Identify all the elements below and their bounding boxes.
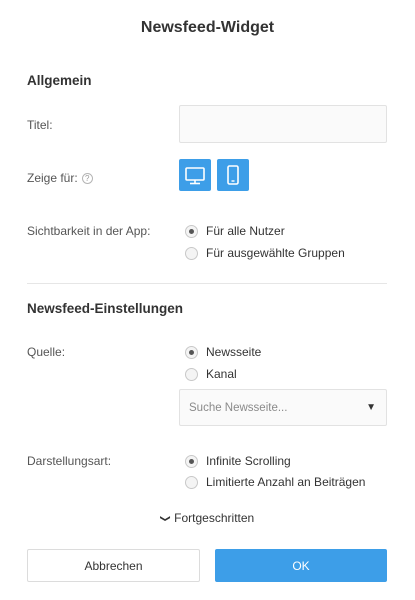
radio-selected[interactable] [185,224,198,238]
display-option-limited-label: Limitierte Anzahl an Beiträgen [206,475,366,489]
ok-button[interactable]: OK [215,549,387,582]
dialog-title: Newsfeed-Widget [140,19,275,36]
cancel-button[interactable]: Abbrechen [27,549,200,582]
newsfeed-widget-dialog: Newsfeed-Widget Allgemein Titel: Zeige f… [0,0,415,600]
section-newsfeed-heading: Newsfeed-Einstellungen [27,301,184,316]
advanced-toggle-label: Fortgeschritten [174,511,255,525]
help-icon[interactable]: ? [81,173,93,184]
visibility-option-all-label: Für alle Nutzer [206,224,285,238]
monitor-icon [185,167,205,185]
radio-unselected[interactable] [185,246,198,260]
source-option-channel-label: Kanal [206,367,237,381]
smartphone-icon [227,165,239,185]
display-option-limited[interactable]: Limitierte Anzahl an Beiträgen [185,475,365,489]
mobile-toggle-button[interactable] [217,159,249,191]
display-type-label: Darstellungsart: [27,454,112,468]
source-option-newspage[interactable]: Newsseite [185,345,261,359]
display-option-infinite[interactable]: Infinite Scrolling [185,454,291,468]
source-option-newspage-label: Newsseite [206,345,262,359]
advanced-toggle[interactable]: ❯ Fortgeschritten [0,511,415,525]
radio-selected[interactable] [185,345,198,359]
section-divider [27,283,387,284]
show-for-label-text: Zeige für: [27,171,78,185]
radio-unselected[interactable] [185,367,198,381]
visibility-label: Sichtbarkeit in der App: [27,224,151,238]
radio-unselected[interactable] [185,475,198,489]
newspage-search-placeholder: Suche Newsseite... [189,402,288,414]
visibility-option-all[interactable]: Für alle Nutzer [185,224,285,238]
title-label: Titel: [27,118,53,132]
chevron-down-icon: ❯ [159,514,171,523]
newspage-search-select[interactable]: Suche Newsseite... ▼ [179,389,387,426]
section-general-heading: Allgemein [27,73,92,88]
display-option-infinite-label: Infinite Scrolling [206,454,291,468]
desktop-toggle-button[interactable] [179,159,211,191]
source-option-channel[interactable]: Kanal [185,367,237,381]
title-input[interactable] [179,105,387,143]
show-for-label: Zeige für:? [27,171,93,185]
radio-selected[interactable] [185,454,198,468]
visibility-option-groups-label: Für ausgewählte Gruppen [206,246,345,260]
visibility-option-groups[interactable]: Für ausgewählte Gruppen [185,246,345,260]
dropdown-caret-icon[interactable]: ▼ [366,402,376,413]
source-label: Quelle: [27,345,66,359]
